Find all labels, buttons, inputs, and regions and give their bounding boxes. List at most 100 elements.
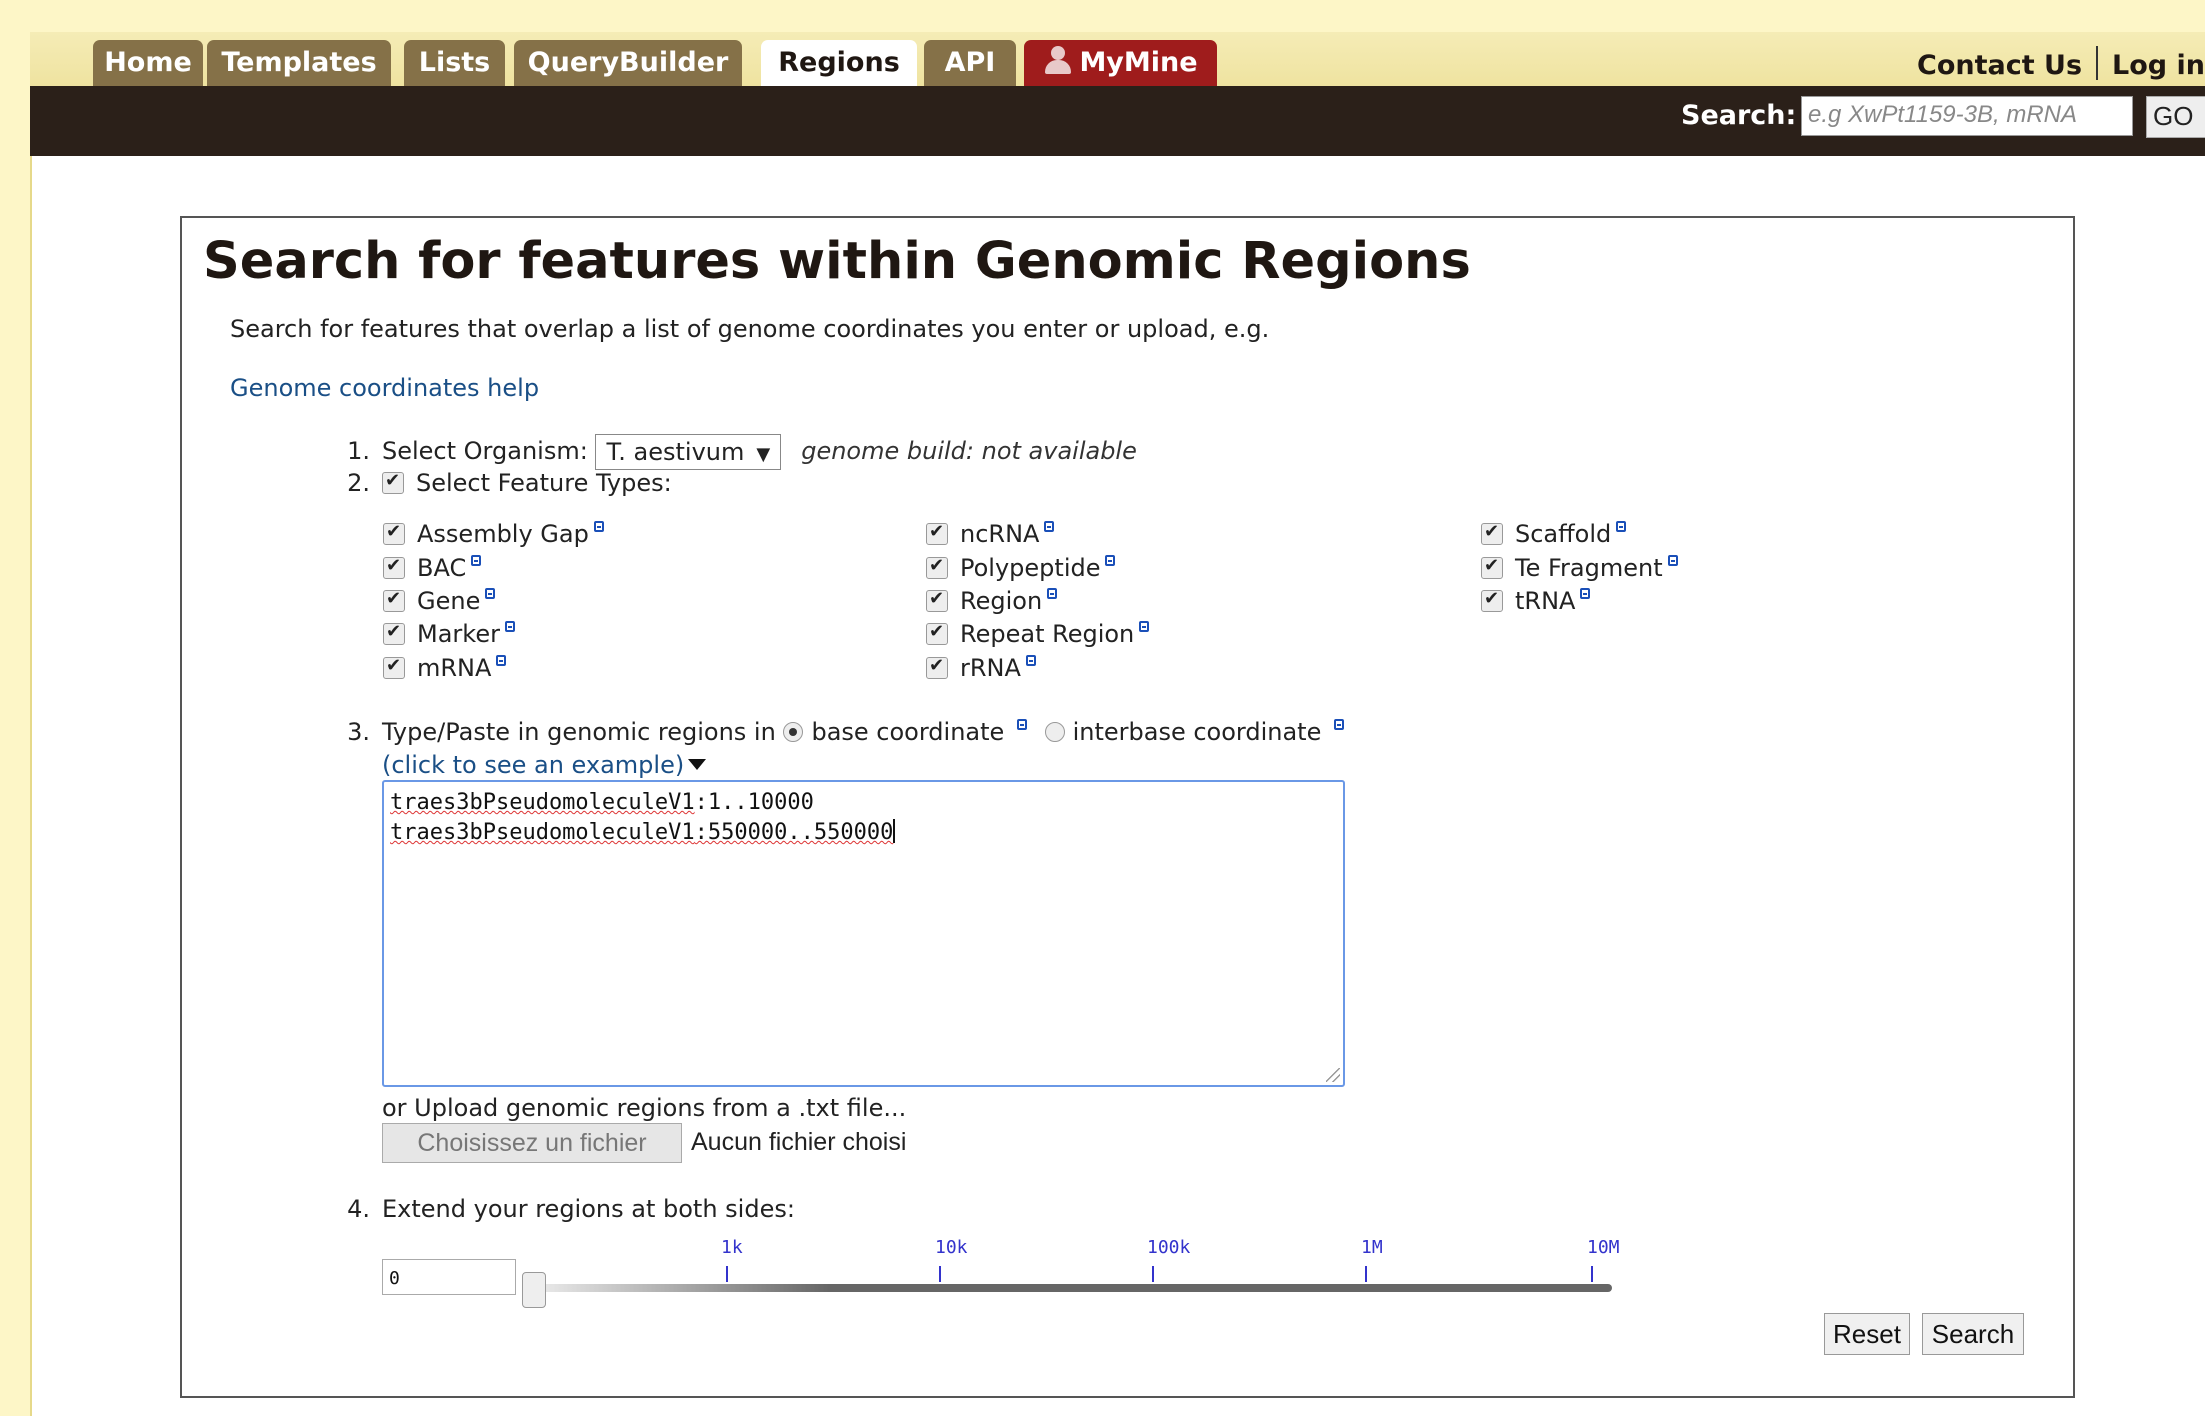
login-link[interactable]: Log in bbox=[2112, 50, 2205, 81]
select-all-features-checkbox[interactable] bbox=[382, 470, 404, 494]
info-icon[interactable] bbox=[1025, 655, 1036, 666]
step-type-regions: 3. Type/Paste in genomic regions in base … bbox=[326, 718, 1344, 746]
extend-regions-label: Extend your regions at both sides: bbox=[382, 1195, 795, 1223]
feature-bac[interactable]: BAC bbox=[383, 554, 482, 582]
feature-rrna[interactable]: rRNA bbox=[926, 654, 1036, 682]
tab-templates[interactable]: Templates bbox=[207, 40, 391, 86]
feature-scaffold[interactable]: Scaffold bbox=[1481, 520, 1627, 548]
feature-label: Region bbox=[960, 587, 1043, 615]
tab-api[interactable]: API bbox=[924, 40, 1016, 86]
info-icon[interactable] bbox=[1667, 555, 1678, 566]
contact-us-link[interactable]: Contact Us bbox=[1917, 50, 2082, 81]
resize-handle-icon[interactable] bbox=[1326, 1068, 1340, 1082]
interbase-coordinate-radio[interactable] bbox=[1044, 722, 1065, 742]
region-range: :550000..550000 bbox=[694, 820, 894, 845]
tab-mymine-label: MyMine bbox=[1079, 47, 1198, 78]
page-title: Search for features within Genomic Regio… bbox=[203, 232, 1471, 291]
info-icon[interactable] bbox=[593, 521, 604, 532]
regions-textarea[interactable]: traes3bPseudomoleculeV1:1..10000 traes3bP… bbox=[382, 780, 1345, 1087]
left-border bbox=[0, 0, 32, 1416]
checkbox-icon[interactable] bbox=[383, 588, 405, 612]
feature-mrna[interactable]: mRNA bbox=[383, 654, 507, 682]
checkbox-icon[interactable] bbox=[383, 621, 405, 645]
checkbox-icon[interactable] bbox=[926, 555, 948, 579]
interbase-coordinate-label: interbase coordinate bbox=[1072, 718, 1322, 746]
checkbox-icon[interactable] bbox=[383, 655, 405, 679]
file-status-text: Aucun fichier choisi bbox=[691, 1128, 907, 1156]
info-icon[interactable] bbox=[1044, 521, 1055, 532]
base-coordinate-label: base coordinate bbox=[811, 718, 1005, 746]
info-icon[interactable] bbox=[496, 655, 507, 666]
checkbox-icon[interactable] bbox=[926, 655, 948, 679]
step-extend-regions: 4. Extend your regions at both sides: bbox=[326, 1195, 795, 1223]
checkbox-icon[interactable] bbox=[383, 555, 405, 579]
feature-label: Marker bbox=[417, 620, 500, 648]
choose-file-button[interactable]: Choisissez un fichier bbox=[382, 1123, 682, 1163]
checkbox-icon[interactable] bbox=[1481, 588, 1503, 612]
info-icon[interactable] bbox=[1047, 588, 1058, 599]
tab-querybuilder[interactable]: QueryBuilder bbox=[514, 40, 742, 86]
text-cursor bbox=[893, 819, 896, 843]
dropdown-arrow-icon: ▼ bbox=[756, 444, 771, 465]
feature-region[interactable]: Region bbox=[926, 587, 1058, 615]
step-number: 2. bbox=[347, 469, 370, 497]
slider-thumb[interactable] bbox=[522, 1272, 546, 1308]
info-icon[interactable] bbox=[1616, 521, 1627, 532]
info-icon[interactable] bbox=[1105, 555, 1116, 566]
feature-label: Gene bbox=[417, 587, 481, 615]
feature-ncrna[interactable]: ncRNA bbox=[926, 520, 1055, 548]
base-coordinate-radio[interactable] bbox=[783, 722, 804, 742]
info-icon[interactable] bbox=[1016, 719, 1027, 730]
info-icon[interactable] bbox=[1580, 588, 1591, 599]
feature-assembly-gap[interactable]: Assembly Gap bbox=[383, 520, 604, 548]
checkbox-icon[interactable] bbox=[383, 521, 405, 545]
checkbox-icon[interactable] bbox=[1481, 521, 1503, 545]
region-seq: traes3bPseudomoleculeV1 bbox=[390, 790, 695, 815]
organism-select[interactable]: T. aestivum ▼ bbox=[595, 434, 782, 470]
info-icon[interactable] bbox=[471, 555, 482, 566]
feature-label: Assembly Gap bbox=[417, 520, 589, 548]
top-links: Contact Us Log in bbox=[1917, 46, 2205, 81]
feature-label: ncRNA bbox=[960, 520, 1040, 548]
feature-polypeptide[interactable]: Polypeptide bbox=[926, 554, 1116, 582]
info-icon[interactable] bbox=[485, 588, 496, 599]
info-icon[interactable] bbox=[1333, 719, 1344, 730]
tab-lists[interactable]: Lists bbox=[404, 40, 505, 86]
extend-value-input[interactable]: 0 bbox=[382, 1259, 516, 1295]
feature-types-label: Select Feature Types: bbox=[416, 469, 672, 497]
checkbox-icon[interactable] bbox=[926, 588, 948, 612]
info-icon[interactable] bbox=[1139, 621, 1150, 632]
reset-button[interactable]: Reset bbox=[1824, 1313, 1910, 1355]
feature-label: Repeat Region bbox=[960, 620, 1135, 648]
search-input[interactable]: e.g XwPt1159-3B, mRNA bbox=[1801, 96, 2133, 136]
checkbox-icon[interactable] bbox=[926, 521, 948, 545]
region-seq: traes3bPseudomoleculeV1 bbox=[390, 820, 695, 845]
tick-mark bbox=[1365, 1266, 1367, 1282]
tick-mark bbox=[726, 1266, 728, 1282]
region-line: traes3bPseudomoleculeV1:1..10000 bbox=[390, 788, 1337, 818]
example-link[interactable]: (click to see an example) bbox=[382, 751, 707, 779]
feature-te-fragment[interactable]: Te Fragment bbox=[1481, 554, 1678, 582]
person-icon bbox=[1043, 46, 1073, 74]
slider-track-fade bbox=[530, 1284, 830, 1292]
step-feature-types: 2. Select Feature Types: bbox=[326, 469, 672, 497]
feature-marker[interactable]: Marker bbox=[383, 620, 515, 648]
checkbox-icon[interactable] bbox=[926, 621, 948, 645]
tick-label-1m: 1M bbox=[1361, 1237, 1383, 1258]
genome-coordinates-help-link[interactable]: Genome coordinates help bbox=[230, 374, 539, 402]
feature-repeat-region[interactable]: Repeat Region bbox=[926, 620, 1150, 648]
info-icon[interactable] bbox=[504, 621, 515, 632]
type-regions-label: Type/Paste in genomic regions in bbox=[382, 718, 776, 746]
tab-regions[interactable]: Regions bbox=[761, 40, 917, 86]
search-button[interactable]: Search bbox=[1922, 1313, 2024, 1355]
go-button[interactable]: GO bbox=[2146, 96, 2205, 138]
tab-home[interactable]: Home bbox=[93, 40, 203, 86]
tick-label-10m: 10M bbox=[1587, 1237, 1620, 1258]
feature-trna[interactable]: tRNA bbox=[1481, 587, 1591, 615]
tab-mymine[interactable]: MyMine bbox=[1024, 40, 1217, 86]
feature-gene[interactable]: Gene bbox=[383, 587, 496, 615]
intro-text: Search for features that overlap a list … bbox=[230, 315, 1270, 343]
checkbox-icon[interactable] bbox=[1481, 555, 1503, 579]
example-link-text: (click to see an example) bbox=[382, 751, 685, 779]
feature-label: rRNA bbox=[960, 654, 1021, 682]
